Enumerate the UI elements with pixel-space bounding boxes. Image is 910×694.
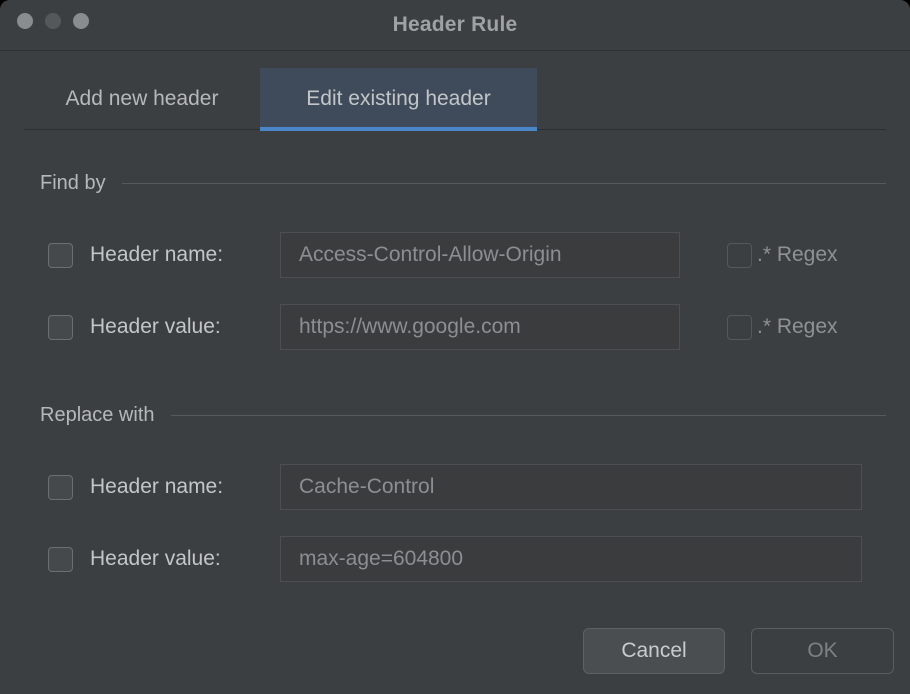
window-controls	[17, 13, 89, 29]
checkbox-find-header-name[interactable]	[48, 243, 73, 268]
label-replace-header-value: Header value:	[90, 547, 221, 571]
section-divider-replace-with	[171, 415, 886, 416]
input-replace-header-value[interactable]: max-age=604800	[280, 536, 862, 582]
checkbox-find-header-value[interactable]	[48, 315, 73, 340]
close-window-button[interactable]	[17, 13, 33, 29]
row-replace-header-name: Header name: Cache-Control	[0, 464, 910, 510]
label-find-header-name-regex: .* Regex	[757, 243, 838, 267]
input-replace-header-value-placeholder: max-age=604800	[299, 547, 463, 571]
cancel-button-label: Cancel	[621, 639, 686, 663]
minimize-window-button[interactable]	[45, 13, 61, 29]
checkbox-replace-header-value[interactable]	[48, 547, 73, 572]
window-title: Header Rule	[0, 0, 910, 50]
header-rule-dialog: Header Rule Add new header Edit existing…	[0, 0, 910, 694]
checkbox-find-header-name-regex[interactable]	[727, 243, 752, 268]
row-find-header-name: Header name: Access-Control-Allow-Origin…	[0, 232, 910, 278]
input-find-header-name-placeholder: Access-Control-Allow-Origin	[299, 243, 562, 267]
dialog-content: Find by Header name: Access-Control-Allo…	[0, 131, 910, 694]
label-find-header-name: Header name:	[90, 243, 223, 267]
row-find-header-value: Header value: https://www.google.com .* …	[0, 304, 910, 350]
title-bar: Header Rule	[0, 0, 910, 51]
row-replace-header-value: Header value: max-age=604800	[0, 536, 910, 582]
checkbox-replace-header-name[interactable]	[48, 475, 73, 500]
input-find-header-name[interactable]: Access-Control-Allow-Origin	[280, 232, 680, 278]
regex-group-find-header-name: .* Regex	[727, 232, 838, 278]
section-title-find-by: Find by	[40, 172, 106, 195]
checkbox-find-header-value-regex[interactable]	[727, 315, 752, 340]
tab-add-new-header-label: Add new header	[66, 87, 219, 111]
tab-edit-existing-header[interactable]: Edit existing header	[260, 68, 537, 129]
cancel-button[interactable]: Cancel	[583, 628, 725, 674]
label-find-header-value: Header value:	[90, 315, 221, 339]
maximize-window-button[interactable]	[73, 13, 89, 29]
section-header-find-by: Find by	[0, 169, 910, 197]
tab-bar: Add new header Edit existing header	[0, 51, 910, 131]
input-replace-header-name[interactable]: Cache-Control	[280, 464, 862, 510]
input-find-header-value-placeholder: https://www.google.com	[299, 315, 521, 339]
ok-button-label: OK	[807, 639, 837, 663]
label-replace-header-name: Header name:	[90, 475, 223, 499]
section-title-replace-with: Replace with	[40, 404, 155, 427]
regex-group-find-header-value: .* Regex	[727, 304, 838, 350]
section-divider-find-by	[122, 183, 886, 184]
dialog-footer: Cancel OK	[0, 626, 910, 694]
label-find-header-value-regex: .* Regex	[757, 315, 838, 339]
tab-edit-existing-header-label: Edit existing header	[306, 87, 490, 111]
section-header-replace-with: Replace with	[0, 401, 910, 429]
ok-button[interactable]: OK	[751, 628, 894, 674]
input-find-header-value[interactable]: https://www.google.com	[280, 304, 680, 350]
input-replace-header-name-placeholder: Cache-Control	[299, 475, 434, 499]
tab-add-new-header[interactable]: Add new header	[24, 68, 260, 129]
